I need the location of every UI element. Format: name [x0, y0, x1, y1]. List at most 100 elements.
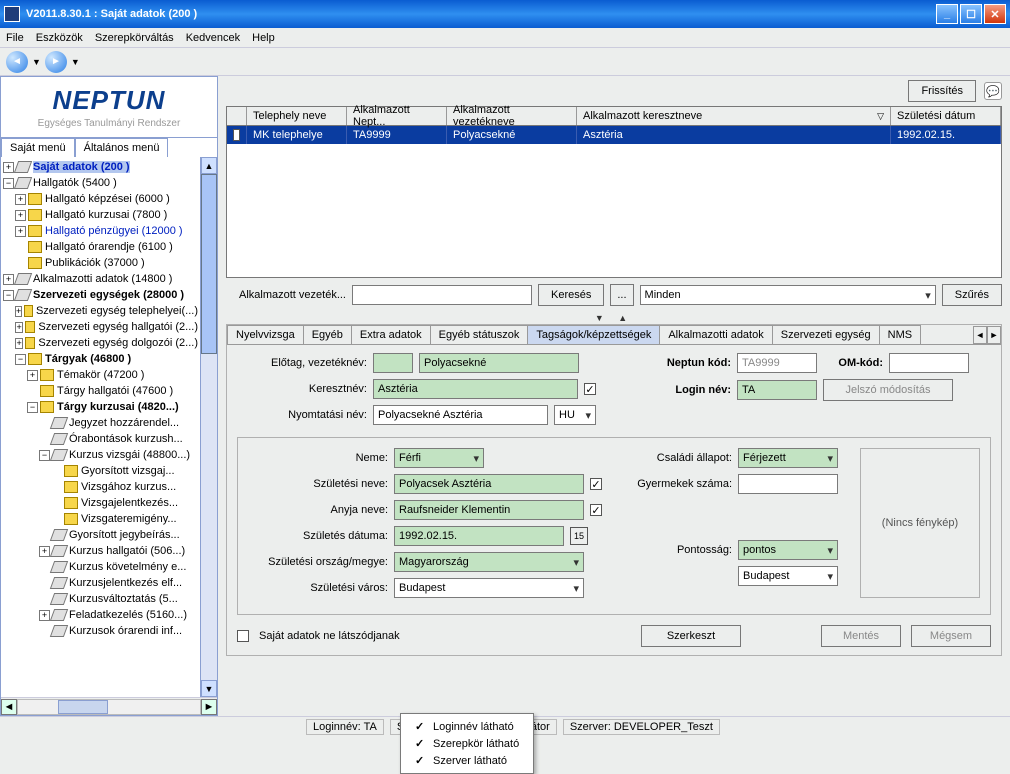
filter-select[interactable]: Minden	[640, 285, 936, 305]
maximize-button[interactable]: ☐	[960, 4, 982, 24]
tree-vscrollbar[interactable]: ▲▼	[200, 157, 217, 697]
family-select[interactable]: Férjezett	[738, 448, 838, 468]
tree-sajat-adatok[interactable]: Saját adatok (200 )	[33, 161, 130, 173]
birthname-checkbox[interactable]: ✓	[590, 478, 602, 490]
accuracy-select[interactable]: pontos	[738, 540, 838, 560]
back-button[interactable]: ◄	[6, 51, 28, 73]
firstname-input[interactable]	[373, 379, 578, 399]
forward-button[interactable]: ►	[45, 51, 67, 73]
row-checkbox[interactable]	[233, 129, 240, 141]
tree-kurzus-vizsgai[interactable]: Kurzus vizsgái (48800...)	[69, 449, 190, 461]
tree-szervezeti[interactable]: Szervezeti egységek (28000 )	[33, 289, 184, 301]
col-neptun[interactable]: Alkalmazott Nept...	[347, 107, 447, 125]
bcity-select[interactable]: Budapest	[394, 578, 584, 598]
close-button[interactable]: ✕	[984, 4, 1006, 24]
lastname-input[interactable]	[419, 353, 579, 373]
tab-extra[interactable]: Extra adatok	[351, 325, 431, 344]
cancel-button[interactable]: Mégsem	[911, 625, 991, 647]
tree-item[interactable]: Kurzusváltoztatás (5...	[69, 593, 178, 605]
search-more-button[interactable]: ...	[610, 284, 633, 306]
tree-item[interactable]: Gyorsított jegybeírás...	[69, 529, 180, 541]
tree-item[interactable]: Szervezeti egység hallgatói (2...)	[38, 321, 198, 333]
tab-tagsagok[interactable]: Tagságok/képzettségek	[527, 325, 660, 344]
tree-item[interactable]: Kurzusok órarendi inf...	[69, 625, 182, 637]
col-checkbox[interactable]	[227, 107, 247, 125]
filter-button[interactable]: Szűrés	[942, 284, 1002, 306]
col-vezetek[interactable]: Alkalmazott vezetékneve	[447, 107, 577, 125]
calendar-icon[interactable]: 15	[570, 527, 588, 545]
splitter[interactable]: ▼ ▲	[226, 312, 1002, 324]
firstname-checkbox[interactable]: ✓	[584, 383, 596, 395]
tree-item[interactable]: Gyorsított vizsgaj...	[81, 465, 175, 477]
neptun-input[interactable]	[737, 353, 817, 373]
tab-scroller[interactable]: ◄►	[973, 326, 1001, 344]
status-context-menu[interactable]: Loginnév látható Szerepkör látható Szerv…	[400, 713, 534, 774]
balloon-icon[interactable]: 💬	[984, 82, 1002, 100]
tree-item[interactable]: Kurzus követelmény e...	[69, 561, 186, 573]
om-input[interactable]	[889, 353, 969, 373]
bdate-input[interactable]	[394, 526, 564, 546]
tree-hallgato-penzugyei[interactable]: Hallgató pénzügyei (12000 )	[45, 225, 183, 237]
tab-egyeb[interactable]: Egyéb	[303, 325, 352, 344]
menu-role[interactable]: Szerepkörváltás	[95, 32, 174, 44]
tab-statuszok[interactable]: Egyéb státuszok	[430, 325, 529, 344]
refresh-button[interactable]: Frissítés	[908, 80, 976, 102]
tree-item[interactable]: Tárgy hallgatói (47600 )	[57, 385, 173, 397]
tree-targy-kurzusai[interactable]: Tárgy kurzusai (4820...)	[57, 401, 179, 413]
col-telephely[interactable]: Telephely neve	[247, 107, 347, 125]
menu-role-visible[interactable]: Szerepkör látható	[401, 735, 533, 752]
tree-item[interactable]: Órabontások kurzush...	[69, 433, 183, 445]
tree-item[interactable]: Feladatkezelés (5160...)	[69, 609, 187, 621]
tab-szervezeti[interactable]: Szervezeti egység	[772, 325, 880, 344]
tree-item[interactable]: Kurzusjelentkezés elf...	[69, 577, 182, 589]
search-button[interactable]: Keresés	[538, 284, 604, 306]
tree-hscrollbar[interactable]: ◄►	[1, 697, 217, 715]
data-grid[interactable]: Telephely neve Alkalmazott Nept... Alkal…	[226, 106, 1002, 278]
tree-item[interactable]: Jegyzet hozzárendel...	[69, 417, 179, 429]
col-kereszt[interactable]: Alkalmazott keresztneve▽	[577, 107, 891, 125]
menu-file[interactable]: File	[6, 32, 24, 44]
lang-select[interactable]: HU	[554, 405, 596, 425]
tab-general-menu[interactable]: Általános menü	[75, 138, 169, 157]
minimize-button[interactable]: _	[936, 4, 958, 24]
grid-row[interactable]: MK telephelye TA9999 Polyacsekné Asztéri…	[227, 126, 1001, 144]
nav-tree[interactable]: +Saját adatok (200 ) −Hallgatók (5400 ) …	[1, 157, 200, 697]
col-szuletesi[interactable]: Születési dátum	[891, 107, 1001, 125]
tree-item[interactable]: Kurzus hallgatói (506...)	[69, 545, 185, 557]
mother-input[interactable]	[394, 500, 584, 520]
prefix-input[interactable]	[373, 353, 413, 373]
tree-item[interactable]: Vizsgajelentkezés...	[81, 497, 178, 509]
children-input[interactable]	[738, 474, 838, 494]
tree-item[interactable]: Hallgató kurzusai (7800 )	[45, 209, 167, 221]
tab-nyelvvizsga[interactable]: Nyelvvizsga	[227, 325, 304, 344]
menu-tools[interactable]: Eszközök	[36, 32, 83, 44]
hide-own-checkbox[interactable]	[237, 630, 249, 642]
tree-item[interactable]: Vizsgateremigény...	[81, 513, 177, 525]
tree-item[interactable]: Publikációk (37000 )	[45, 257, 145, 269]
save-button[interactable]: Mentés	[821, 625, 901, 647]
bcountry-select[interactable]: Magyarország	[394, 552, 584, 572]
tree-item[interactable]: Vizsgához kurzus...	[81, 481, 176, 493]
menu-server-visible[interactable]: Szerver látható	[401, 752, 533, 769]
sex-select[interactable]: Férfi	[394, 448, 484, 468]
tree-item[interactable]: Szervezeti egység dolgozói (2...)	[38, 337, 198, 349]
tab-nms[interactable]: NMS	[879, 325, 921, 344]
login-input[interactable]	[737, 380, 817, 400]
menu-login-visible[interactable]: Loginnév látható	[401, 718, 533, 735]
birthname-input[interactable]	[394, 474, 584, 494]
tree-item[interactable]: Hallgató órarendje (6100 )	[45, 241, 173, 253]
printname-input[interactable]	[373, 405, 548, 425]
tab-own-menu[interactable]: Saját menü	[1, 138, 75, 157]
mother-checkbox[interactable]: ✓	[590, 504, 602, 516]
tree-hallgatok[interactable]: Hallgatók (5400 )	[33, 177, 117, 189]
menu-help[interactable]: Help	[252, 32, 275, 44]
bcounty-select[interactable]: Budapest	[738, 566, 838, 586]
search-input[interactable]	[352, 285, 532, 305]
menu-favorites[interactable]: Kedvencek	[186, 32, 240, 44]
tree-item[interactable]: Témakör (47200 )	[57, 369, 144, 381]
password-button[interactable]: Jelszó módosítás	[823, 379, 953, 401]
tree-targyak[interactable]: Tárgyak (46800 )	[45, 353, 131, 365]
edit-button[interactable]: Szerkeszt	[641, 625, 741, 647]
tree-item[interactable]: Szervezeti egység telephelyei(...)	[36, 305, 198, 317]
tab-alkalmazotti[interactable]: Alkalmazotti adatok	[659, 325, 772, 344]
